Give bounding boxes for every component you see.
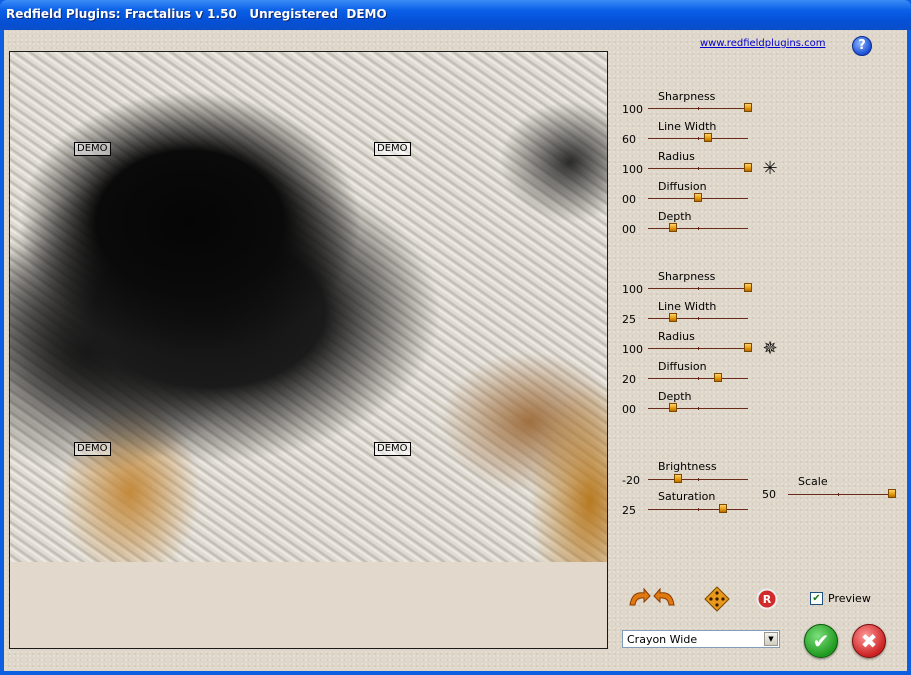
preview-checkbox[interactable]: ✔ <box>810 592 823 605</box>
slider-track[interactable] <box>648 403 748 412</box>
slider-value: 25 <box>622 313 636 326</box>
dialog-client-area: DEMO DEMO DEMO DEMO www.redfieldplugins.… <box>4 30 907 671</box>
slider-center-tick <box>698 167 699 170</box>
scale-slider[interactable] <box>788 489 896 498</box>
slider-center-tick <box>698 317 699 320</box>
slider-center-tick <box>698 287 699 290</box>
slider-center-tick <box>698 377 699 380</box>
preview-image[interactable] <box>10 52 607 562</box>
slider-thumb[interactable] <box>744 103 752 112</box>
star-burst-icon[interactable]: ✳ <box>761 160 779 178</box>
scale-label: Scale <box>798 475 828 488</box>
slider-label: Depth <box>658 390 692 403</box>
slider-value: 100 <box>622 283 643 296</box>
slider-thumb[interactable] <box>669 313 677 322</box>
cancel-button[interactable]: ✖ <box>852 624 886 658</box>
svg-text:R: R <box>763 593 772 606</box>
slider-label: Line Width <box>658 120 717 133</box>
slider-thumb[interactable] <box>714 373 722 382</box>
saturation-label: Saturation <box>658 490 716 503</box>
help-icon[interactable]: ? <box>852 36 872 56</box>
slider-center-tick <box>698 478 699 481</box>
close-icon: ✖ <box>860 629 878 653</box>
slider-thumb[interactable] <box>744 163 752 172</box>
slider-label: Radius <box>658 150 695 163</box>
slider-thumb[interactable] <box>704 133 712 142</box>
slider-track[interactable] <box>648 103 752 112</box>
slider-center-tick <box>698 347 699 350</box>
slider-center-tick <box>698 227 699 230</box>
demo-watermark: DEMO <box>74 142 111 156</box>
slider-label: Diffusion <box>658 180 707 193</box>
preview-checkbox-label: Preview <box>828 592 871 605</box>
slider-value: 100 <box>622 103 643 116</box>
demo-watermark: DEMO <box>374 142 411 156</box>
slider-thumb[interactable] <box>669 223 677 232</box>
saturation-slider[interactable] <box>648 504 748 513</box>
saturation-value: 25 <box>622 504 636 517</box>
slider-label: Depth <box>658 210 692 223</box>
slider-value: 20 <box>622 373 636 386</box>
slider-center-tick <box>698 107 699 110</box>
brightness-label: Brightness <box>658 460 717 473</box>
slider-value: 00 <box>622 193 636 206</box>
star-burst-icon[interactable]: ✵ <box>761 340 779 358</box>
slider-track[interactable] <box>648 133 748 142</box>
scale-value: 50 <box>762 488 776 501</box>
plugin-window: Redfield Plugins: Fractalius v 1.50 Unre… <box>0 0 911 675</box>
preview-panel[interactable]: DEMO DEMO DEMO DEMO <box>9 51 608 649</box>
slider-center-tick <box>698 508 699 511</box>
brightness-value: -20 <box>622 474 640 487</box>
saturation-slider-thumb[interactable] <box>719 504 727 513</box>
demo-watermark: DEMO <box>74 442 111 456</box>
slider-value: 100 <box>622 343 643 356</box>
window-title: Redfield Plugins: Fractalius v 1.50 Unre… <box>6 7 387 21</box>
preset-selected-value: Crayon Wide <box>627 633 698 646</box>
chevron-down-icon[interactable]: ▼ <box>764 632 778 646</box>
slider-label: Sharpness <box>658 270 716 283</box>
slider-value: 00 <box>622 223 636 236</box>
demo-watermark: DEMO <box>374 442 411 456</box>
slider-label: Line Width <box>658 300 717 313</box>
slider-track[interactable] <box>648 373 748 382</box>
slider-value: 60 <box>622 133 636 146</box>
slider-label: Sharpness <box>658 90 716 103</box>
slider-track[interactable] <box>648 343 752 352</box>
brightness-slider[interactable] <box>648 474 748 483</box>
slider-track[interactable] <box>648 223 748 232</box>
undo-redo-arrows-icon[interactable] <box>626 587 678 609</box>
slider-thumb[interactable] <box>669 403 677 412</box>
dice-icon[interactable] <box>704 586 730 612</box>
title-bar[interactable]: Redfield Plugins: Fractalius v 1.50 Unre… <box>0 0 911 30</box>
slider-center-tick <box>698 137 699 140</box>
slider-center-tick <box>698 407 699 410</box>
brightness-slider-thumb[interactable] <box>674 474 682 483</box>
slider-center-tick <box>838 493 839 496</box>
slider-value: 100 <box>622 163 643 176</box>
slider-track[interactable] <box>648 313 748 322</box>
ok-button[interactable]: ✔ <box>804 624 838 658</box>
slider-track[interactable] <box>648 283 752 292</box>
slider-label: Diffusion <box>658 360 707 373</box>
slider-thumb[interactable] <box>744 283 752 292</box>
website-link[interactable]: www.redfieldplugins.com <box>700 38 825 49</box>
slider-thumb[interactable] <box>744 343 752 352</box>
slider-label: Radius <box>658 330 695 343</box>
reset-r-icon[interactable]: R <box>756 588 778 610</box>
slider-track[interactable] <box>648 163 752 172</box>
slider-value: 00 <box>622 403 636 416</box>
slider-thumb[interactable] <box>694 193 702 202</box>
slider-track[interactable] <box>648 193 748 202</box>
scale-slider-thumb[interactable] <box>888 489 896 498</box>
preset-dropdown[interactable]: Crayon Wide ▼ <box>622 630 780 648</box>
checkmark-icon: ✔ <box>812 629 830 653</box>
